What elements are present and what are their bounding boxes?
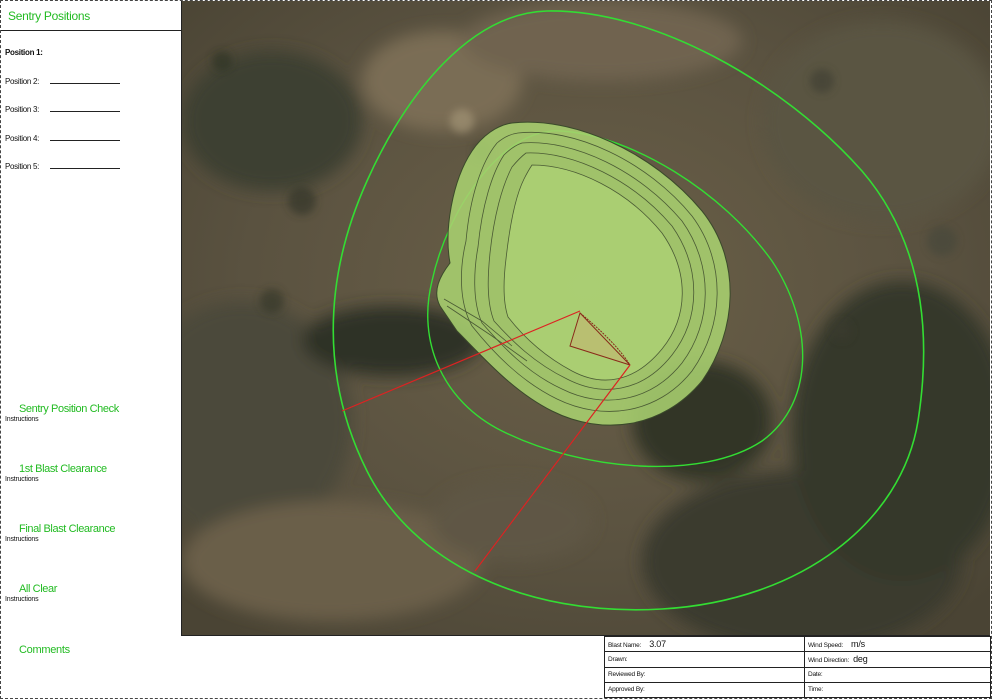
sentry-panel: Sentry Positions Position 1: Position 2:… bbox=[1, 1, 182, 636]
section-instructions: Instructions bbox=[5, 536, 39, 543]
blast-name-label: Blast Name: bbox=[608, 642, 642, 650]
position-row-3: Position 3: bbox=[5, 105, 181, 134]
section-title: All Clear bbox=[19, 583, 57, 595]
position-field[interactable] bbox=[50, 134, 120, 141]
clearance-sections: Sentry Position Check Instructions 1st B… bbox=[1, 403, 181, 643]
panel-title: Sentry Positions bbox=[1, 1, 181, 31]
position-label: Position 2: bbox=[5, 76, 40, 86]
position-field[interactable] bbox=[50, 77, 120, 84]
time-cell[interactable]: Time: bbox=[804, 681, 991, 699]
section-instructions: Instructions bbox=[5, 476, 39, 483]
position-row-5: Position 5: bbox=[5, 162, 181, 191]
position-field[interactable] bbox=[50, 162, 120, 169]
position-label: Position 5: bbox=[5, 162, 40, 171]
approved-label: Approved By: bbox=[608, 686, 645, 694]
position-row-1: Position 1: bbox=[5, 48, 181, 77]
section-title: Sentry Position Check bbox=[19, 403, 119, 415]
section-title: 1st Blast Clearance bbox=[19, 463, 107, 475]
wind-direction-unit: deg bbox=[853, 654, 868, 665]
drawn-cell[interactable]: Drawn: bbox=[604, 651, 805, 668]
satellite-map[interactable] bbox=[182, 1, 990, 636]
blast-info-table: Blast Name: 3.07 Wind Speed: m/s Drawn: Wi… bbox=[604, 635, 991, 699]
approved-cell[interactable]: Approved By: bbox=[604, 681, 805, 699]
section-title: Final Blast Clearance bbox=[19, 523, 116, 535]
blast-name-cell[interactable]: Blast Name: 3.07 bbox=[604, 635, 805, 653]
drawn-label: Drawn: bbox=[608, 655, 628, 663]
position-field[interactable] bbox=[50, 105, 120, 112]
section-1st-blast-clearance: 1st Blast Clearance Instructions bbox=[1, 463, 181, 523]
position-row-2: Position 2: bbox=[5, 77, 181, 106]
position-row-4: Position 4: bbox=[5, 134, 181, 163]
section-sentry-position-check: Sentry Position Check Instructions bbox=[1, 403, 181, 463]
comments-title: Comments bbox=[19, 644, 70, 656]
wind-direction-label: Wind Direction: bbox=[808, 657, 850, 665]
positions-list: Position 1: Position 2: Position 3: Posi… bbox=[1, 31, 181, 191]
section-instructions: Instructions bbox=[5, 416, 39, 423]
reviewed-cell[interactable]: Reviewed By: bbox=[604, 666, 805, 683]
wind-speed-unit: m/s bbox=[851, 639, 865, 650]
date-label: Date: bbox=[808, 671, 823, 679]
section-all-clear: All Clear Instructions bbox=[1, 583, 181, 643]
position-label: Position 1: bbox=[5, 48, 43, 57]
blast-name-value: 3.07 bbox=[649, 639, 666, 650]
reviewed-label: Reviewed By: bbox=[608, 671, 646, 679]
section-instructions: Instructions bbox=[5, 596, 39, 603]
wind-speed-cell[interactable]: Wind Speed: m/s bbox=[804, 635, 991, 653]
date-cell[interactable]: Date: bbox=[804, 666, 991, 683]
footer: Comments Blast Name: 3.07 Wind Speed: m/s … bbox=[1, 635, 991, 699]
map-canvas bbox=[182, 1, 990, 635]
wind-speed-label: Wind Speed: bbox=[808, 642, 844, 650]
section-final-blast-clearance: Final Blast Clearance Instructions bbox=[1, 523, 181, 583]
wind-direction-cell[interactable]: Wind Direction: deg bbox=[804, 651, 991, 668]
position-label: Position 4: bbox=[5, 133, 40, 143]
position-label: Position 3: bbox=[5, 105, 40, 114]
time-label: Time: bbox=[808, 686, 824, 694]
